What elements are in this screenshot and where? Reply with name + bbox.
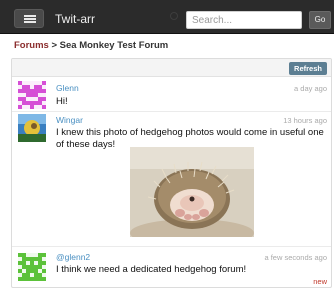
hamburger-menu-icon[interactable] <box>14 9 44 28</box>
post-text: I think we need a dedicated hedgehog for… <box>56 264 247 275</box>
post-timestamp: 13 hours ago <box>283 116 327 125</box>
post-author[interactable]: @glenn2 <box>56 252 90 262</box>
photo-avatar[interactable] <box>18 114 46 142</box>
search-input[interactable] <box>186 11 302 29</box>
breadcrumb-current: Sea Monkey Test Forum <box>59 40 169 51</box>
new-badge: new <box>313 277 327 286</box>
post-author[interactable]: Wingar <box>56 115 83 125</box>
post-timestamp: a few seconds ago <box>264 253 327 262</box>
breadcrumb: Forums > Sea Monkey Test Forum <box>14 40 168 51</box>
forum-post: @glenn2 a few seconds ago I think we nee… <box>12 247 331 287</box>
identicon-avatar[interactable] <box>18 81 46 109</box>
hedgehog-photo[interactable] <box>130 147 254 237</box>
post-author[interactable]: Glenn <box>56 83 79 93</box>
refresh-button[interactable]: Refresh <box>289 62 327 75</box>
post-timestamp: a day ago <box>294 84 327 93</box>
forum-post: Glenn a day ago Hi! <box>12 78 331 112</box>
thread-toolbar: Refresh <box>12 59 331 77</box>
breadcrumb-separator: > <box>48 40 60 51</box>
page: Twit-arr Go Forums > Sea Monkey Test For… <box>0 0 334 292</box>
go-button[interactable]: Go <box>309 11 331 29</box>
top-navbar: Twit-arr Go <box>0 0 334 34</box>
forum-thread: Refresh Glenn a day ago Hi! Wingar 13 ho… <box>11 58 332 288</box>
app-title[interactable]: Twit-arr <box>55 12 95 26</box>
breadcrumb-forums-link[interactable]: Forums <box>14 40 49 51</box>
identicon-avatar[interactable] <box>18 253 46 281</box>
post-text: Hi! <box>56 96 68 107</box>
search-icon <box>170 12 178 20</box>
